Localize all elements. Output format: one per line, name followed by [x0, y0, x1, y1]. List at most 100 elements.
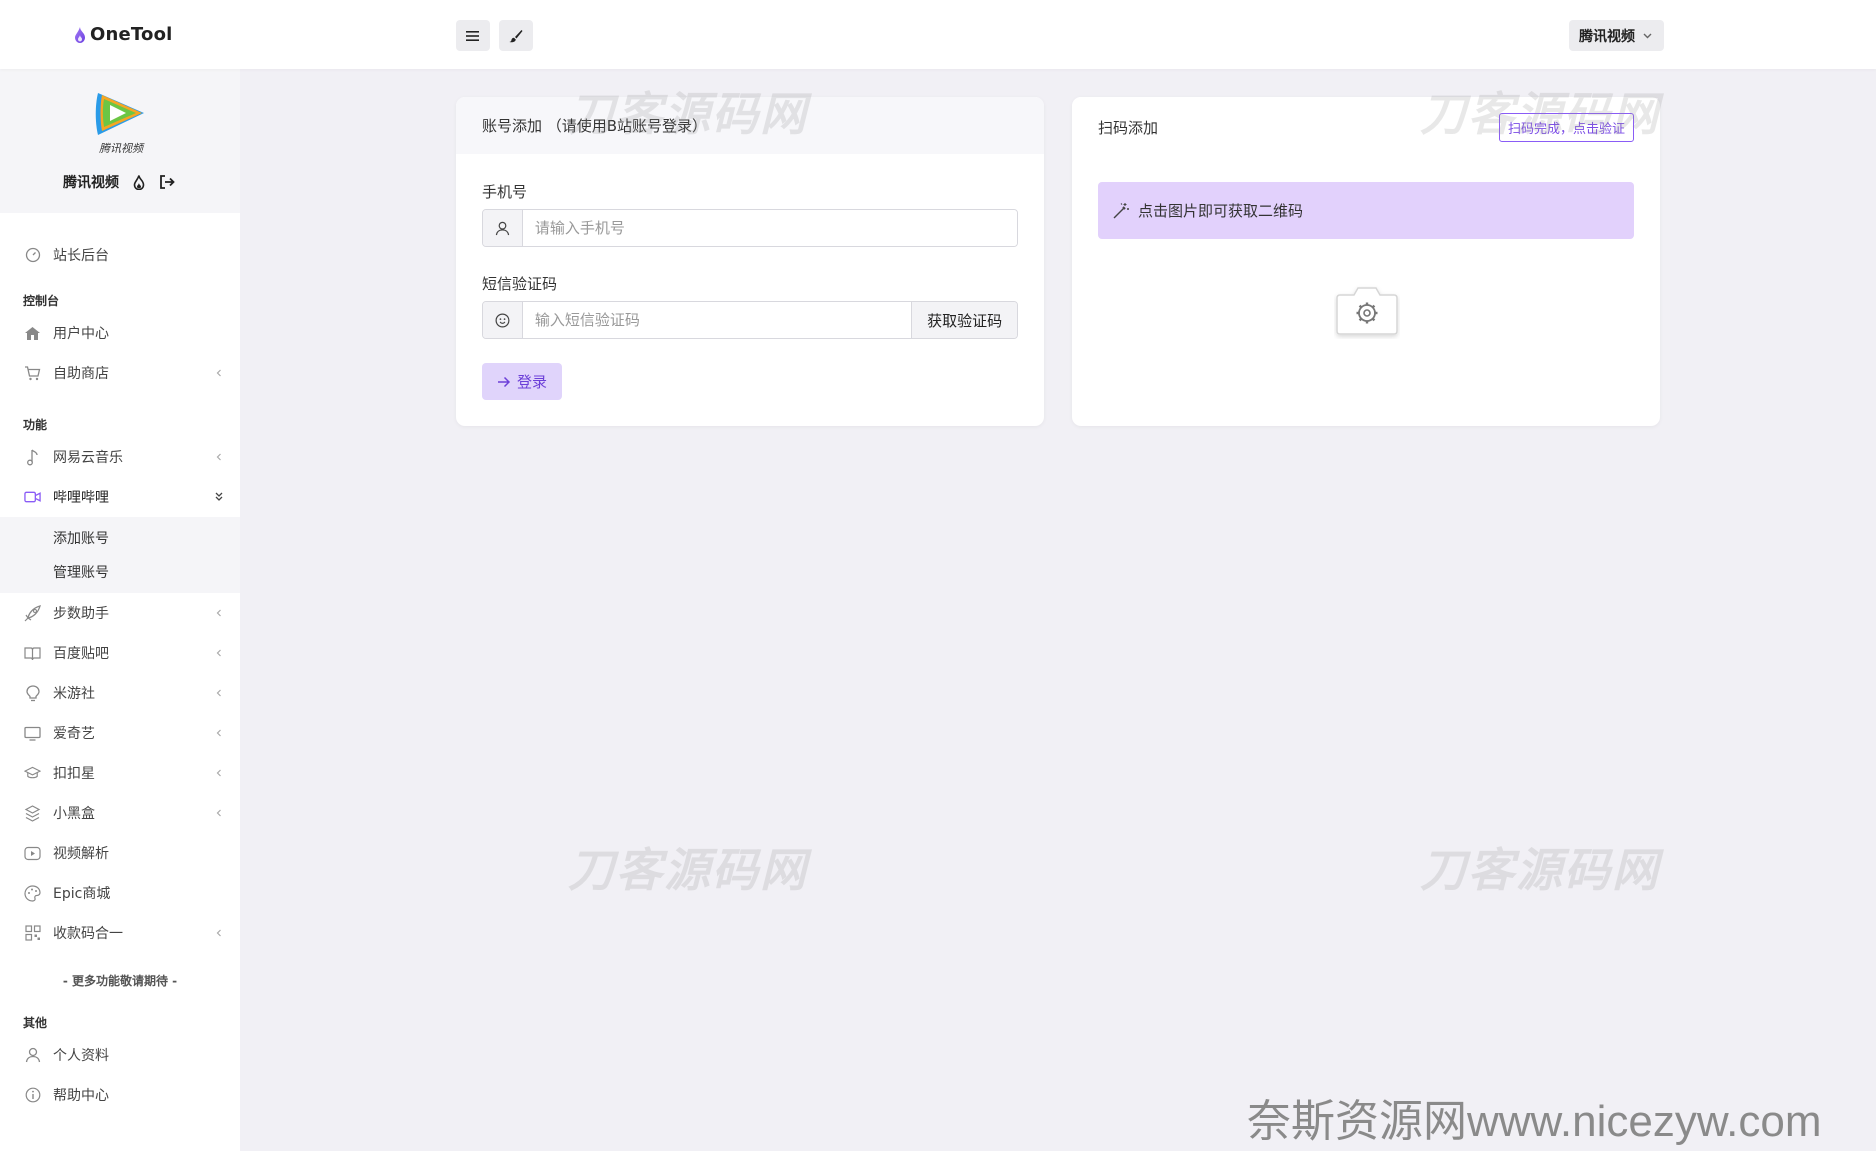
chevron-left-icon	[216, 649, 221, 657]
chevron-left-icon	[216, 369, 221, 377]
palette-icon	[24, 884, 41, 902]
login-button-label: 登录	[516, 373, 547, 391]
phone-input[interactable]	[522, 210, 1017, 246]
flame-logo-icon	[75, 26, 85, 43]
camera-gear-icon	[1336, 287, 1398, 335]
sub-item-manage-account[interactable]: 管理账号	[0, 555, 240, 589]
sidebar-item-label: 帮助中心	[53, 1088, 109, 1104]
sidebar-item-label: 个人资料	[53, 1048, 109, 1064]
sidebar-item-label: 用户中心	[53, 326, 109, 342]
music-note-icon	[24, 449, 41, 466]
hamburger-icon	[466, 30, 479, 41]
sidebar-item-epic[interactable]: Epic商城	[0, 873, 240, 913]
bulb-icon	[24, 684, 41, 702]
brand[interactable]: OneTool	[74, 24, 173, 45]
sidebar-item-label: 自助商店	[53, 366, 109, 382]
logout-icon[interactable]	[159, 175, 175, 189]
user-dropdown-label: 腾讯视频	[1579, 28, 1635, 45]
section-heading-features: 功能	[23, 418, 48, 432]
sms-code-label: 短信验证码	[482, 275, 558, 293]
sidebar-item-tieba[interactable]: 百度贴吧	[0, 633, 240, 673]
chevron-left-icon	[216, 929, 221, 937]
bilibili-submenu: 添加账号 管理账号	[0, 517, 240, 593]
section-heading-other: 其他	[23, 1016, 48, 1030]
brush-icon	[509, 29, 523, 42]
cart-icon	[24, 365, 41, 382]
footer-watermark: 奈斯资源网www.nicezyw.com	[1247, 1097, 1822, 1146]
sidebar: 腾讯视频 腾讯视频 站长后台 控制台 用户中心 自助商店 功能 网易云音乐 哔哩…	[0, 69, 240, 1151]
sidebar-item-label: 爱奇艺	[53, 726, 95, 742]
sub-item-add-account[interactable]: 添加账号	[0, 521, 240, 555]
sidebar-item-help[interactable]: 帮助中心	[0, 1075, 240, 1115]
qr-hint-text: 点击图片即可获取二维码	[1138, 202, 1304, 220]
watermark-mid-left: 刀客源码网	[568, 843, 808, 897]
menu-toggle-button[interactable]	[456, 20, 490, 51]
chevron-left-icon	[216, 609, 221, 617]
video-camera-icon	[24, 489, 41, 506]
speedometer-icon	[24, 247, 41, 264]
sidebar-item-steps[interactable]: 步数助手	[0, 593, 240, 633]
profile-name-row: 腾讯视频	[63, 172, 175, 192]
monitor-icon	[24, 725, 41, 742]
flame-icon[interactable]	[133, 174, 145, 190]
sms-code-input[interactable]	[522, 302, 912, 338]
sidebar-item-profile[interactable]: 个人资料	[0, 1035, 240, 1075]
qr-add-card: 扫码添加 扫码完成，点击验证 点击图片即可获取二维码	[1072, 97, 1660, 426]
magic-wand-icon	[1113, 202, 1129, 218]
chevron-left-icon	[216, 689, 221, 697]
sidebar-item-label: 哔哩哔哩	[53, 490, 109, 506]
sidebar-item-label: 视频解析	[53, 846, 109, 862]
chevron-left-icon	[216, 769, 221, 777]
phone-label: 手机号	[482, 183, 528, 201]
watermark-mid-right: 刀客源码网	[1420, 843, 1660, 897]
qr-add-card-header: 扫码添加 扫码完成，点击验证	[1072, 97, 1660, 157]
scan-verify-button[interactable]: 扫码完成，点击验证	[1498, 113, 1634, 142]
sidebar-item-label: 收款码合一	[53, 926, 123, 942]
sidebar-item-label: 百度贴吧	[53, 646, 109, 662]
sidebar-item-dashboard[interactable]: 站长后台	[0, 235, 240, 275]
qr-add-card-title: 扫码添加	[1098, 118, 1159, 137]
sidebar-item-label: 米游社	[53, 686, 95, 702]
sidebar-item-miyoushe[interactable]: 米游社	[0, 673, 240, 713]
user-icon	[24, 1047, 41, 1064]
sidebar-item-shop[interactable]: 自助商店	[0, 353, 240, 393]
play-box-icon	[24, 845, 41, 862]
sidebar-item-label: 步数助手	[53, 606, 109, 622]
sidebar-item-video-parse[interactable]: 视频解析	[0, 833, 240, 873]
sidebar-item-bilibili[interactable]: 哔哩哔哩	[0, 477, 240, 517]
sidebar-item-xiaoheihe[interactable]: 小黑盒	[0, 793, 240, 833]
sidebar-nav: 站长后台 控制台 用户中心 自助商店 功能 网易云音乐 哔哩哔哩 添加账号 管理…	[0, 213, 240, 1115]
theme-brush-button[interactable]	[499, 20, 533, 51]
sidebar-item-label: 小黑盒	[53, 806, 95, 822]
sidebar-item-user-center[interactable]: 用户中心	[0, 313, 240, 353]
chevron-left-icon	[216, 809, 221, 817]
phone-input-group	[482, 209, 1018, 247]
section-heading-console: 控制台	[23, 294, 60, 308]
get-code-button[interactable]: 获取验证码	[911, 302, 1017, 338]
sms-code-input-group: 获取验证码	[482, 301, 1018, 339]
book-icon	[24, 645, 41, 662]
info-icon	[24, 1087, 41, 1104]
arrow-right-icon	[497, 376, 511, 387]
sidebar-item-iqiyi[interactable]: 爱奇艺	[0, 713, 240, 753]
sidebar-item-label: 扣扣星	[53, 766, 95, 782]
tencent-video-logo[interactable]: 腾讯视频	[92, 87, 150, 155]
sidebar-item-qrcode-merge[interactable]: 收款码合一	[0, 913, 240, 953]
cubes-icon	[24, 804, 41, 822]
chevron-double-down-icon	[215, 492, 223, 501]
chevron-left-icon	[216, 729, 221, 737]
user-dropdown[interactable]: 腾讯视频	[1569, 20, 1664, 51]
login-button[interactable]: 登录	[482, 363, 562, 400]
qr-code-image[interactable]	[1334, 281, 1400, 339]
user-icon	[483, 210, 523, 246]
account-add-card-title: 账号添加 （请使用B站账号登录）	[456, 97, 1044, 154]
profile-name: 腾讯视频	[63, 175, 119, 191]
sidebar-profile: 腾讯视频 腾讯视频	[0, 69, 240, 213]
qrcode-icon	[24, 925, 41, 942]
more-features-note: - 更多功能敬请期待 -	[62, 973, 178, 988]
sidebar-item-netease[interactable]: 网易云音乐	[0, 437, 240, 477]
logo-caption: 腾讯视频	[99, 142, 143, 155]
sidebar-item-koukou[interactable]: 扣扣星	[0, 753, 240, 793]
home-icon	[24, 325, 41, 342]
rocket-icon	[24, 604, 41, 622]
